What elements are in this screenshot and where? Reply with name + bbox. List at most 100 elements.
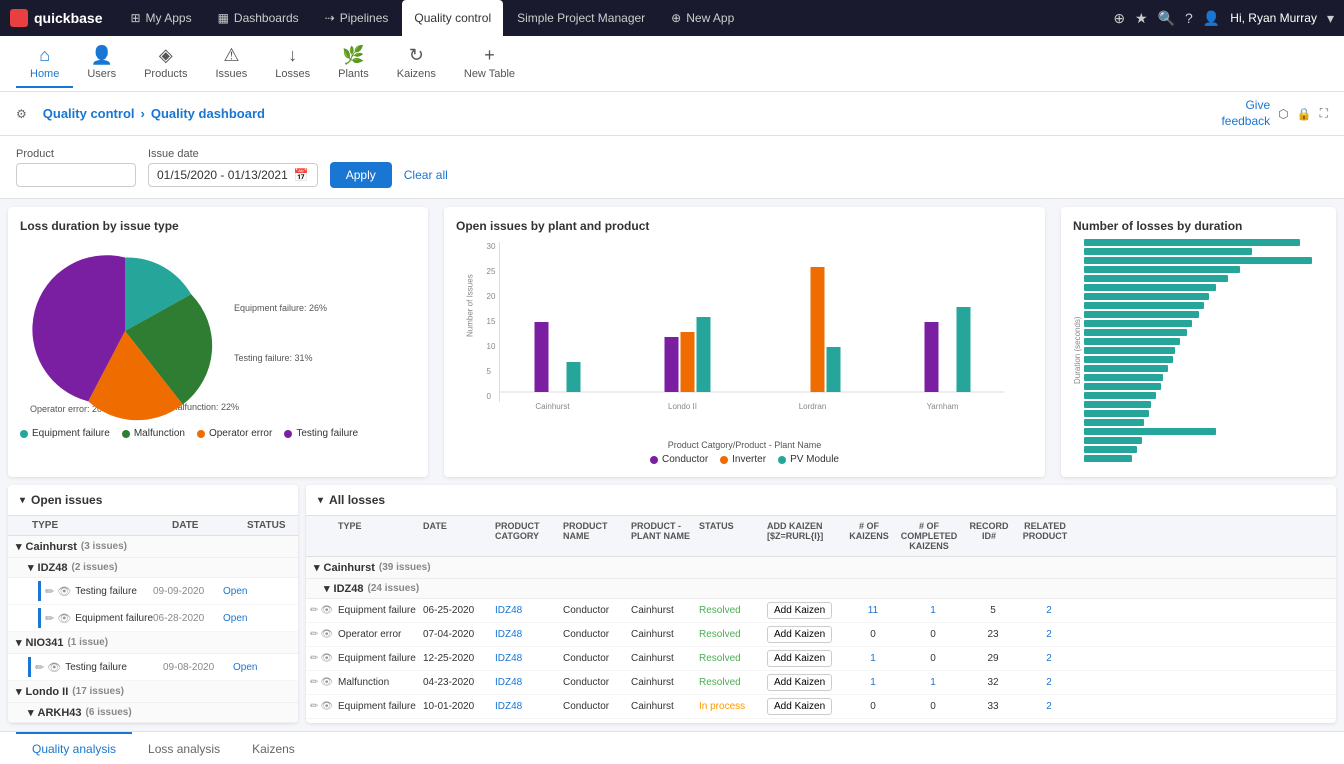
tab-dashboards[interactable]: ▦ Dashboards: [206, 0, 311, 36]
nav-plants[interactable]: 🌿 Plants: [324, 39, 383, 88]
open-issues-header: ▾ Open issues: [8, 485, 298, 516]
loss-prodid[interactable]: IDZ48: [495, 677, 563, 688]
loss-complk[interactable]: 1: [899, 605, 967, 616]
loss-related[interactable]: 2: [1019, 605, 1079, 616]
tab-loss-analysis[interactable]: Loss analysis: [132, 732, 236, 764]
charts-row: Loss duration by issue type Equipment fa…: [0, 199, 1344, 485]
legend-op-error: Operator error: [197, 428, 272, 439]
product-filter: Product: [16, 148, 136, 187]
product-select[interactable]: [16, 163, 136, 187]
eye-icon[interactable]: 👁: [320, 653, 333, 664]
give-feedback-link[interactable]: Givefeedback: [1221, 98, 1270, 129]
edit-icon[interactable]: ✏: [310, 629, 318, 640]
star-icon[interactable]: ★: [1135, 10, 1148, 27]
tab-quality-analysis[interactable]: Quality analysis: [16, 732, 132, 764]
eye-icon[interactable]: 👁: [320, 605, 333, 616]
chevron-down-icon[interactable]: ▾: [1327, 10, 1334, 27]
losses-group-cainhurst[interactable]: ▾ Cainhurst (39 issues): [306, 557, 1336, 579]
issues-group-londoII[interactable]: ▾ Londo II (17 issues): [8, 681, 298, 703]
eye-icon[interactable]: 👁: [320, 701, 333, 712]
add-icon[interactable]: ⊕: [1113, 10, 1125, 27]
loss-addkaizen[interactable]: Add Kaizen: [767, 674, 847, 691]
edit-icon[interactable]: ✏: [310, 677, 318, 688]
add-kaizen-button[interactable]: Add Kaizen: [767, 674, 832, 691]
add-kaizen-button[interactable]: Add Kaizen: [767, 626, 832, 643]
clear-button[interactable]: Clear all: [404, 168, 448, 182]
tab-quality-control[interactable]: Quality control: [402, 0, 503, 36]
user-icon[interactable]: 👤: [1203, 10, 1220, 27]
loss-related[interactable]: 2: [1019, 701, 1079, 712]
edit-icon[interactable]: ✏: [35, 661, 44, 674]
loss-type: Equipment failure: [338, 653, 423, 664]
nav-products[interactable]: ◈ Products: [130, 39, 201, 88]
edit-icon[interactable]: ✏: [45, 585, 54, 598]
losses-subgroup-idz48[interactable]: ▾ IDZ48 (24 issues): [306, 579, 1336, 599]
loss-plant: Cainhurst: [631, 629, 699, 640]
newapp-icon: ⊕: [671, 11, 681, 25]
tab-kaizens[interactable]: Kaizens: [236, 732, 311, 764]
group-name-londoii: Londo II: [26, 686, 69, 698]
issues-group-cainhurst[interactable]: ▾ Cainhurst (3 issues): [8, 536, 298, 558]
nav-kaizens[interactable]: ↻ Kaizens: [383, 39, 450, 88]
loss-addkaizen[interactable]: Add Kaizen: [767, 650, 847, 667]
loss-complk[interactable]: 1: [899, 677, 967, 688]
eye-icon[interactable]: 👁: [57, 585, 71, 598]
loss-numk[interactable]: 1: [847, 653, 899, 664]
dur-bar-10: [1084, 320, 1192, 327]
issue-status: Open: [223, 586, 268, 597]
apply-button[interactable]: Apply: [330, 162, 392, 188]
date-range-input[interactable]: 01/15/2020 - 01/13/2021 📅: [148, 163, 318, 187]
edit-icon[interactable]: ✏: [310, 653, 318, 664]
eye-icon[interactable]: 👁: [57, 612, 71, 625]
loss-related[interactable]: 2: [1019, 677, 1079, 688]
calendar-icon[interactable]: 📅: [294, 168, 309, 182]
tab-new-app[interactable]: ⊕ New App: [659, 0, 746, 36]
loss-prodid[interactable]: IDZ48: [495, 605, 563, 616]
loss-addkaizen[interactable]: Add Kaizen: [767, 626, 847, 643]
tab-pipelines[interactable]: ⇢ Pipelines: [313, 0, 401, 36]
pipelines-icon: ⇢: [325, 11, 335, 25]
edit-icon[interactable]: ✏: [310, 605, 318, 616]
eye-icon[interactable]: 👁: [320, 629, 333, 640]
add-kaizen-button[interactable]: Add Kaizen: [767, 602, 832, 619]
expand-icon[interactable]: ⛶: [1320, 106, 1328, 121]
nav-home[interactable]: ⌂ Home: [16, 39, 73, 88]
tab-simple-pm[interactable]: Simple Project Manager: [505, 0, 657, 36]
loss-numk: 0: [847, 629, 899, 640]
loss-plant: Cainhurst: [631, 677, 699, 688]
help-icon[interactable]: ?: [1185, 10, 1193, 26]
open-issues-collapse[interactable]: ▾: [20, 495, 25, 506]
share-icon[interactable]: ⬡: [1278, 107, 1288, 121]
nav-losses[interactable]: ↓ Losses: [261, 39, 324, 88]
loss-record: 23: [967, 629, 1019, 640]
losses-collapse[interactable]: ▾: [318, 495, 323, 506]
tab-myapps[interactable]: ⊞ My Apps: [118, 0, 203, 36]
nav-users[interactable]: 👤 Users: [73, 39, 130, 88]
eye-icon[interactable]: 👁: [320, 677, 333, 688]
search-icon[interactable]: 🔍: [1158, 10, 1175, 27]
svg-text:Londo II: Londo II: [668, 402, 697, 411]
settings-icon[interactable]: ⚙: [16, 107, 27, 121]
loss-related[interactable]: 2: [1019, 629, 1079, 640]
nav-new-table[interactable]: + New Table: [450, 39, 529, 88]
loss-numk[interactable]: 1: [847, 677, 899, 688]
loss-prodid[interactable]: IDZ48: [495, 653, 563, 664]
edit-icon[interactable]: ✏: [45, 612, 54, 625]
myapps-icon: ⊞: [130, 11, 140, 25]
loss-addkaizen[interactable]: Add Kaizen: [767, 602, 847, 619]
add-kaizen-button[interactable]: Add Kaizen: [767, 698, 832, 715]
issues-subgroup-idz48[interactable]: ▾ IDZ48 (2 issues): [8, 558, 298, 578]
breadcrumb-app: Quality control: [43, 106, 135, 121]
nav-issues[interactable]: ⚠ Issues: [202, 39, 262, 88]
loss-numk[interactable]: 11: [847, 605, 899, 616]
add-kaizen-button[interactable]: Add Kaizen: [767, 650, 832, 667]
loss-prodid[interactable]: IDZ48: [495, 701, 563, 712]
eye-icon[interactable]: 👁: [47, 661, 61, 674]
issues-subgroup-arkh43[interactable]: ▾ ARKH43 (6 issues): [8, 703, 298, 723]
edit-icon[interactable]: ✏: [310, 701, 318, 712]
loss-addkaizen[interactable]: Add Kaizen: [767, 698, 847, 715]
lock-icon[interactable]: 🔒: [1297, 107, 1312, 121]
loss-prodid[interactable]: IDZ48: [495, 629, 563, 640]
issues-group-nio341[interactable]: ▾ NIO341 (1 issue): [8, 632, 298, 654]
loss-related[interactable]: 2: [1019, 653, 1079, 664]
